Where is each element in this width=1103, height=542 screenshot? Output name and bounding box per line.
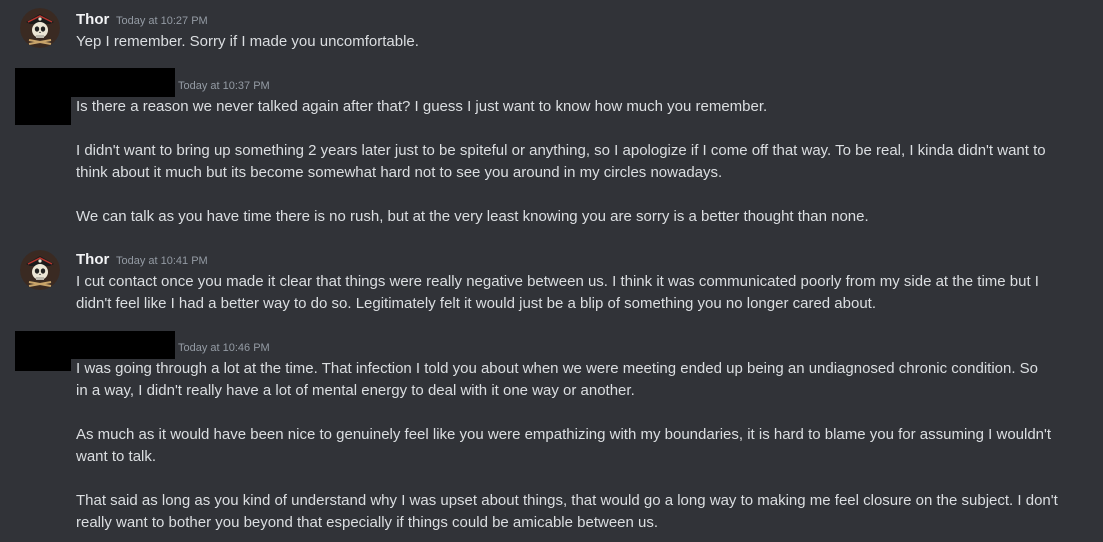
message-text: I cut contact once you made it clear tha… [76, 273, 1039, 290]
pirate-skull-avatar-icon [20, 250, 60, 290]
message-timestamp[interactable]: Today at 10:46 PM [178, 341, 270, 355]
message-timestamp[interactable]: Today at 10:37 PM [178, 79, 270, 93]
message-author[interactable]: Thor [76, 251, 109, 269]
message-text: want to talk. [76, 448, 157, 465]
message-text: That said as long as you kind of underst… [76, 492, 1058, 509]
pirate-skull-avatar-icon [20, 8, 60, 48]
message-text: really want to bother you beyond that es… [76, 514, 659, 531]
message-text: Yep I remember. Sorry if I made you unco… [76, 33, 419, 50]
message-text: didn't feel like I had a better way to d… [76, 295, 877, 312]
message-text: in a way, I didn't really have a lot of … [76, 382, 635, 399]
avatar[interactable] [20, 250, 60, 290]
message-timestamp[interactable]: Today at 10:41 PM [116, 254, 208, 268]
message-text: We can talk as you have time there is no… [76, 208, 869, 225]
redacted-avatar [15, 331, 71, 371]
message-timestamp[interactable]: Today at 10:27 PM [116, 14, 208, 28]
message-text: I didn't want to bring up something 2 ye… [76, 142, 1046, 159]
avatar[interactable] [20, 8, 60, 48]
message-text: Is there a reason we never talked again … [76, 98, 768, 115]
redacted-avatar [15, 68, 71, 125]
message-text: As much as it would have been nice to ge… [76, 426, 1052, 443]
message-text: I was going through a lot at the time. T… [76, 360, 1039, 377]
message-author[interactable]: Thor [76, 11, 109, 29]
message-text: think about it much but its become somew… [76, 164, 723, 181]
